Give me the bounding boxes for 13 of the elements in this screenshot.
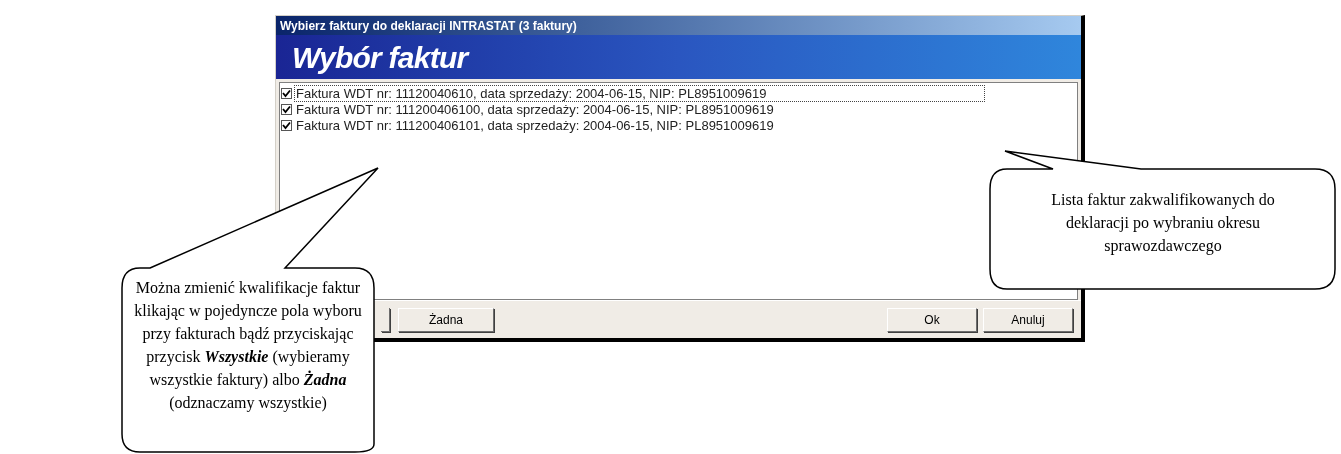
checkbox[interactable] — [281, 119, 292, 131]
window-title: Wybierz faktury do deklaracji INTRASTAT (3 faktury) — [276, 16, 1081, 35]
checkbox[interactable] — [281, 103, 292, 115]
callout-text: Lista faktur zakwalifikowanych do deklaracji po wybraniu okresu sprawozdawczego — [1050, 190, 1276, 257]
callout-text: Można zmienić kwalifikacje faktur klikając w pojedyncze pola wyboru przy fakturach bądź przyciskając przycisk Wszystkie (wybieramy wszystkie faktury) albo Żadna (odznaczamy wszystkie) — [133, 278, 363, 414]
checkbox[interactable] — [281, 87, 292, 99]
invoice-item[interactable]: Faktura WDT nr: 11120040610, data sprzedaży: 2004-06-15, NIP: PL8951009619 — [294, 84, 985, 102]
dialog-button[interactable]: Anuluj — [983, 307, 1073, 332]
invoice-item[interactable]: Faktura WDT nr: 111200406100, data sprzedaży: 2004-06-15, NIP: PL8951009619 — [294, 100, 776, 118]
banner: Wybór faktur — [276, 35, 1081, 79]
dialog-button[interactable]: Ok — [887, 307, 977, 332]
dialog-button[interactable]: Żadna — [398, 307, 494, 332]
invoice-item[interactable]: Faktura WDT nr: 111200406101, data sprzedaży: 2004-06-15, NIP: PL8951009619 — [294, 116, 776, 134]
